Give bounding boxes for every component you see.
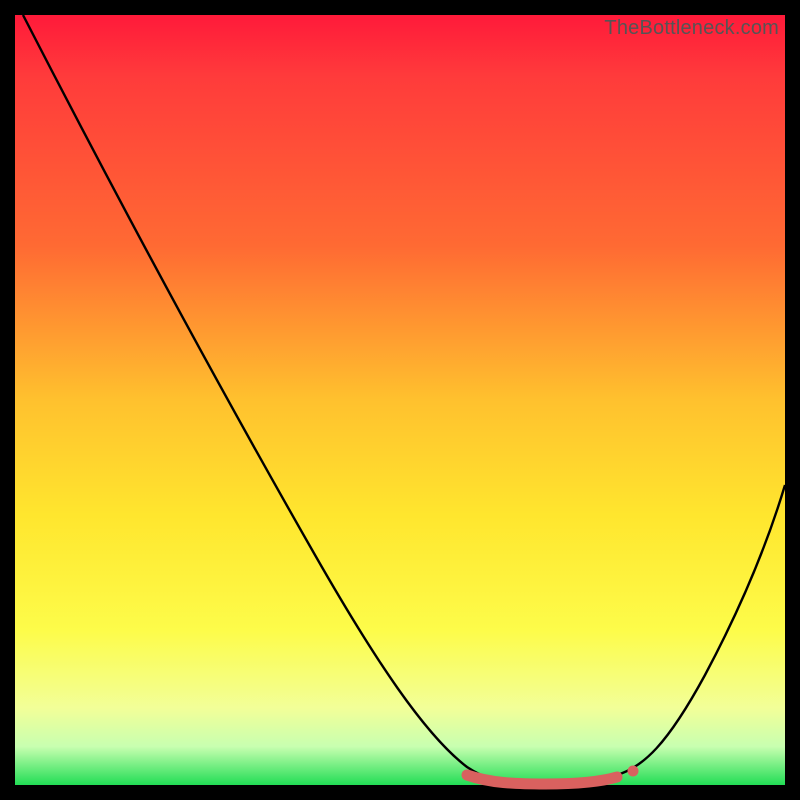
watermark-text: TheBottleneck.com xyxy=(604,17,779,40)
accent-dot xyxy=(628,766,639,777)
chart-svg xyxy=(15,15,785,785)
chart-frame: TheBottleneck.com xyxy=(15,15,785,785)
minimum-band xyxy=(467,775,617,784)
bottleneck-curve xyxy=(23,15,785,783)
